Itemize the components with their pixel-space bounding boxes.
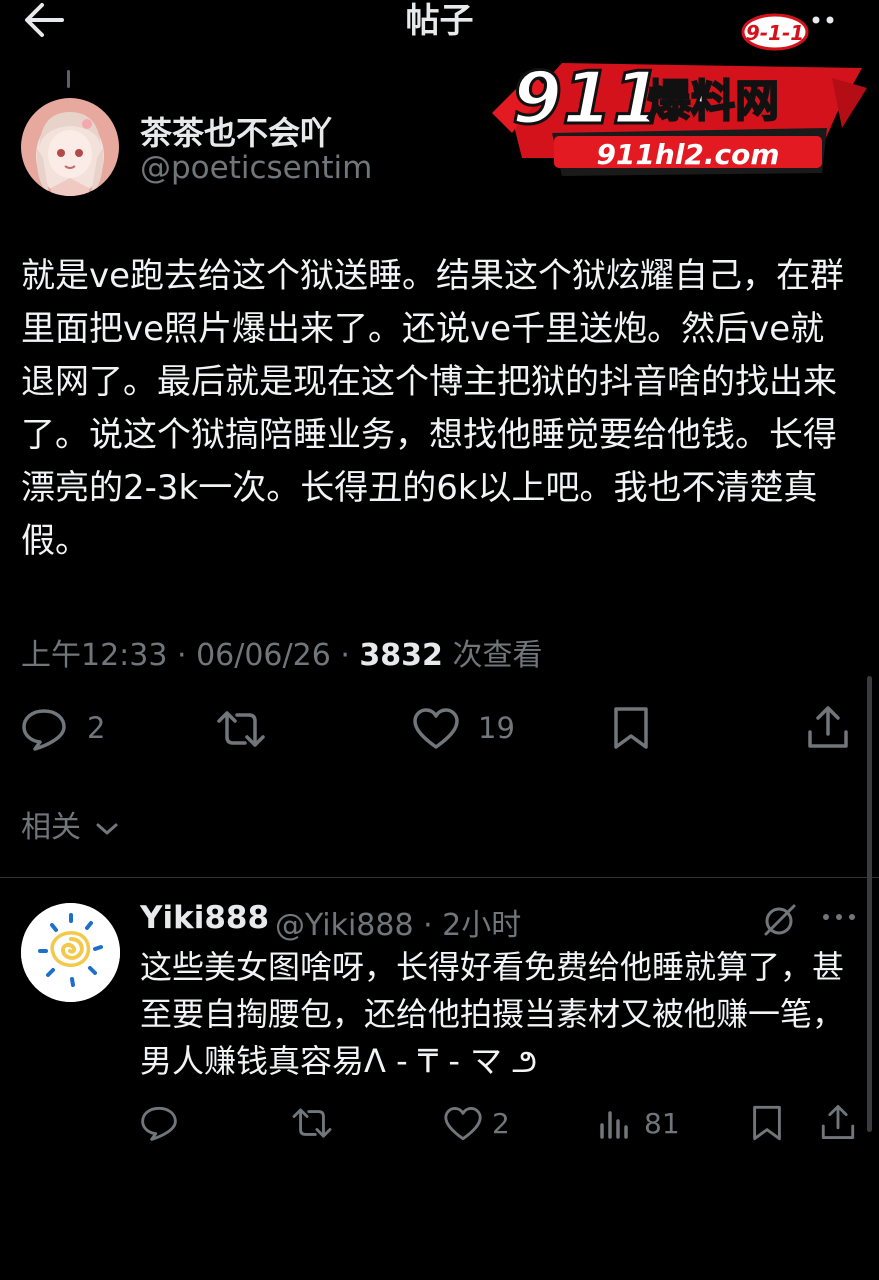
repost-icon: [217, 711, 265, 747]
reply-avatar[interactable]: [21, 903, 120, 1002]
reply-like-count: 2: [492, 1107, 510, 1140]
bookmark-icon: [753, 1105, 781, 1141]
heart-icon: [444, 1107, 482, 1141]
share-button[interactable]: [806, 704, 850, 750]
share-icon: [808, 706, 848, 748]
reply-repost-button[interactable]: [290, 1105, 334, 1141]
view-count: 3832: [359, 638, 443, 673]
avatar[interactable]: [21, 98, 119, 196]
svg-text:911hl2.com: 911hl2.com: [596, 138, 779, 171]
comment-icon: [22, 709, 66, 751]
reply-handle-time[interactable]: @Yiki888 · 2小时: [275, 900, 521, 944]
analytics-icon: [600, 1111, 628, 1139]
like-button[interactable]: [412, 707, 460, 751]
reply-button[interactable]: [21, 707, 67, 751]
svg-text:911: 911: [512, 56, 662, 140]
divider: [0, 877, 879, 878]
watermark-logo: 911hl2.com 911 爆料网 9-1-1: [492, 8, 872, 178]
reply-count: 2: [87, 711, 106, 745]
thread-connector: [67, 70, 70, 88]
svg-text:9-1-1: 9-1-1: [746, 21, 804, 45]
more-options-button[interactable]: [810, 10, 840, 30]
post-time: 上午12:33 · 06/06/26 ·: [21, 638, 360, 673]
reply-like-button[interactable]: [443, 1106, 483, 1142]
related-label: 相关: [21, 810, 81, 845]
reply-share-button[interactable]: [820, 1103, 856, 1141]
grok-button[interactable]: [762, 902, 798, 938]
user-handle[interactable]: @poeticsentim: [140, 150, 372, 186]
reply-more-button[interactable]: [820, 905, 858, 929]
repost-button[interactable]: [215, 707, 267, 751]
heart-icon: [413, 708, 459, 749]
bookmark-icon: [614, 707, 648, 749]
like-count: 19: [478, 711, 515, 745]
more-dots-icon: [823, 914, 855, 920]
display-name[interactable]: 茶茶也不会吖: [140, 108, 332, 154]
reply-views-button[interactable]: [598, 1107, 632, 1141]
views-label: 次查看: [442, 638, 543, 673]
related-toggle[interactable]: 相关: [21, 802, 119, 846]
bookmark-button[interactable]: [611, 705, 651, 751]
reply-bookmark-button[interactable]: [750, 1104, 784, 1142]
comment-icon: [141, 1106, 177, 1141]
svg-text:爆料网: 爆料网: [647, 76, 779, 127]
post-text: 就是ve跑去给这个狱送睡。结果这个狱炫耀自己，在群里面把ve照片爆出来了。还说v…: [21, 256, 845, 561]
reply-reply-button[interactable]: [140, 1105, 178, 1141]
repost-icon: [292, 1108, 332, 1138]
post-meta: 上午12:33 · 06/06/26 · 3832 次查看: [21, 630, 542, 674]
more-dots-icon: [812, 16, 834, 24]
share-icon: [821, 1105, 855, 1139]
grok-icon: [764, 904, 796, 936]
reply-text: 这些美女图啥呀，长得好看免费给他睡就算了，甚至要自掏腰包，还给他拍摄当素材又被他…: [140, 948, 845, 1080]
reply-display-name[interactable]: Yiki888: [140, 900, 269, 936]
chevron-down-icon: [96, 823, 118, 834]
reply-view-count: 81: [644, 1107, 680, 1140]
scrollbar[interactable]: [867, 676, 872, 1132]
